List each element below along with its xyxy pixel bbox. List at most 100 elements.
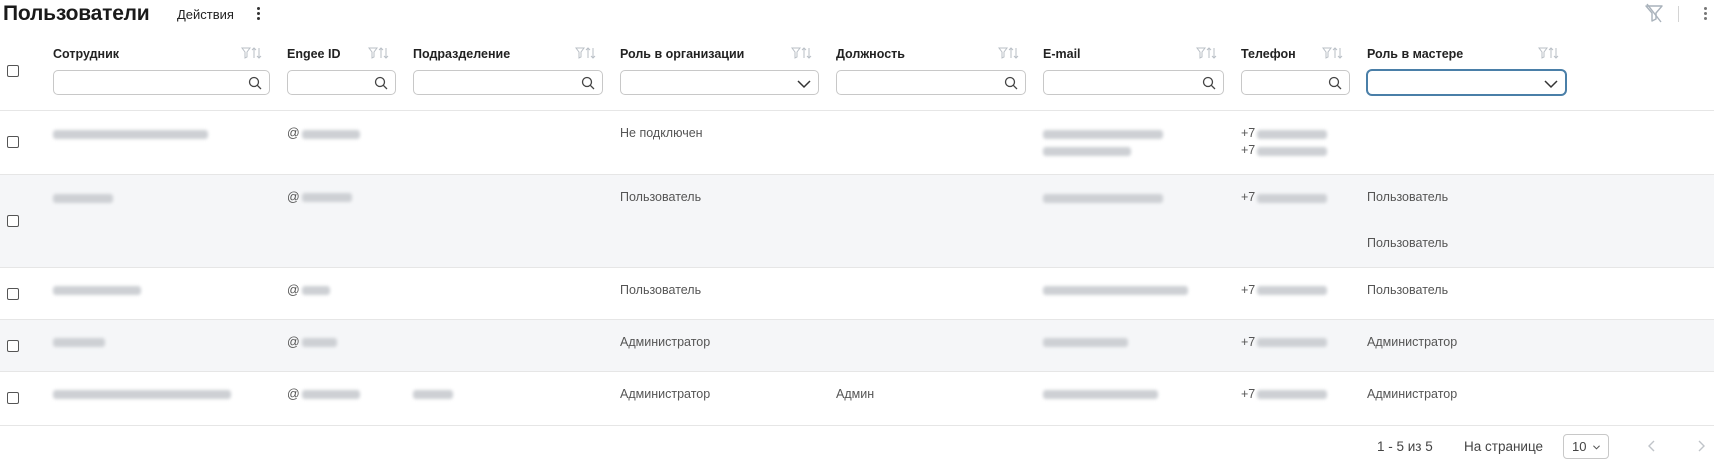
employee-name-redacted	[53, 390, 231, 399]
column-header-position[interactable]: Должность	[836, 47, 905, 61]
position-search-input[interactable]	[836, 70, 1026, 95]
row-checkbox[interactable]	[7, 288, 19, 300]
employee-name-redacted	[53, 194, 113, 203]
engee-id-redacted	[302, 286, 330, 295]
top-bar: Пользователи Действия	[0, 0, 1714, 30]
column-filter-sort-icon[interactable]	[368, 46, 390, 60]
column-filter-sort-icon[interactable]	[791, 46, 813, 60]
column-filter-sort-icon[interactable]	[1322, 46, 1344, 60]
email-redacted	[1043, 130, 1163, 139]
column-header-department[interactable]: Подразделение	[413, 47, 510, 61]
phone-prefix: +7	[1241, 143, 1256, 157]
email-search-input[interactable]	[1043, 70, 1224, 95]
employee-name-redacted	[53, 286, 141, 295]
column-header-email[interactable]: E-mail	[1043, 47, 1081, 61]
select-all-checkbox[interactable]	[7, 65, 19, 77]
master-role-select[interactable]	[1367, 70, 1566, 95]
org-role-select[interactable]	[620, 70, 819, 95]
search-icon	[1202, 76, 1216, 90]
engee-id-prefix: @	[287, 190, 300, 204]
email-redacted	[1043, 390, 1158, 399]
engee-id-redacted	[302, 390, 360, 399]
filter-off-icon[interactable]	[1643, 3, 1665, 23]
table-row[interactable]: @ Пользователь +7 Пользователь Пользоват…	[0, 174, 1714, 267]
phone-redacted	[1257, 286, 1327, 295]
pagination-bar: 1 - 5 из 5 На странице 10	[0, 425, 1714, 464]
column-header-org-role[interactable]: Роль в организации	[620, 47, 744, 61]
chevron-down-icon	[1544, 80, 1558, 89]
row-checkbox[interactable]	[7, 215, 19, 227]
org-role-cell: Не подключен	[620, 126, 703, 140]
phone-prefix: +7	[1241, 283, 1256, 297]
column-header-master-role[interactable]: Роль в мастере	[1367, 47, 1463, 61]
engee-id-redacted	[302, 338, 337, 347]
pagination-range: 1 - 5 из 5	[1377, 439, 1433, 454]
engee-id-prefix: @	[287, 335, 300, 349]
engee-id-prefix: @	[287, 387, 300, 401]
column-filter-sort-icon[interactable]	[575, 46, 597, 60]
row-checkbox[interactable]	[7, 340, 19, 352]
phone-redacted	[1257, 338, 1327, 347]
per-page-label: На странице	[1464, 439, 1544, 454]
phone-prefix: +7	[1241, 387, 1256, 401]
search-icon	[1004, 76, 1018, 90]
email-redacted	[1043, 286, 1188, 295]
actions-button[interactable]: Действия	[177, 7, 234, 22]
engee-id-search-input[interactable]	[287, 70, 396, 95]
master-role-cell: Пользователь	[1367, 190, 1449, 204]
master-role-cell: Пользователь	[1367, 236, 1449, 250]
engee-id-prefix: @	[287, 283, 300, 297]
page-title: Пользователи	[3, 2, 150, 25]
phone-prefix: +7	[1241, 126, 1256, 140]
org-role-cell: Пользователь	[620, 190, 702, 204]
employee-name-redacted	[53, 130, 208, 139]
employee-name-redacted	[53, 338, 105, 347]
employee-search-input[interactable]	[53, 70, 270, 95]
search-icon	[374, 76, 388, 90]
table-row[interactable]: @ Администратор +7 Администратор	[0, 319, 1714, 371]
column-filter-sort-icon[interactable]	[1196, 46, 1218, 60]
per-page-select[interactable]: 10	[1563, 434, 1609, 459]
column-header-engee-id[interactable]: Engee ID	[287, 47, 341, 61]
row-checkbox[interactable]	[7, 392, 19, 404]
more-vertical-icon[interactable]	[252, 5, 266, 23]
phone-redacted	[1257, 130, 1327, 139]
column-header-phone[interactable]: Телефон	[1241, 47, 1296, 61]
search-icon	[1328, 76, 1342, 90]
engee-id-prefix: @	[287, 126, 300, 140]
chevron-down-icon	[797, 80, 811, 89]
department-redacted	[413, 390, 453, 399]
column-filter-sort-icon[interactable]	[1538, 46, 1560, 60]
master-role-cell: Пользователь	[1367, 283, 1449, 297]
email-redacted	[1043, 338, 1128, 347]
engee-id-redacted	[302, 130, 360, 139]
master-role-cell: Администратор	[1367, 335, 1458, 349]
org-role-cell: Пользователь	[620, 283, 702, 297]
per-page-value: 10	[1572, 439, 1587, 454]
org-role-cell: Администратор	[620, 335, 711, 349]
engee-id-redacted	[302, 193, 352, 202]
column-filter-sort-icon[interactable]	[241, 46, 263, 60]
more-vertical-icon[interactable]	[1699, 5, 1713, 23]
phone-search-input[interactable]	[1241, 70, 1350, 95]
next-page-icon[interactable]	[1695, 440, 1707, 452]
table-row[interactable]: @ Администратор Админ +7 Администратор	[0, 371, 1714, 425]
chevron-down-icon	[1593, 445, 1600, 450]
row-checkbox[interactable]	[7, 136, 19, 148]
master-role-cell: Администратор	[1367, 387, 1458, 401]
phone-prefix: +7	[1241, 335, 1256, 349]
org-role-cell: Администратор	[620, 387, 711, 401]
department-search-input[interactable]	[413, 70, 603, 95]
email-redacted	[1043, 147, 1131, 156]
previous-page-icon[interactable]	[1646, 440, 1658, 452]
table-row[interactable]: @ Пользователь +7 Пользователь	[0, 267, 1714, 319]
column-filter-sort-icon[interactable]	[998, 46, 1020, 60]
column-header-employee[interactable]: Сотрудник	[53, 47, 119, 61]
table-row[interactable]: @ Не подключен +7 +7	[0, 110, 1714, 174]
email-redacted	[1043, 194, 1163, 203]
phone-redacted	[1257, 390, 1327, 399]
search-icon	[248, 76, 262, 90]
phone-redacted	[1257, 194, 1327, 203]
toolbar-divider	[1678, 6, 1679, 22]
position-cell: Админ	[836, 387, 875, 401]
